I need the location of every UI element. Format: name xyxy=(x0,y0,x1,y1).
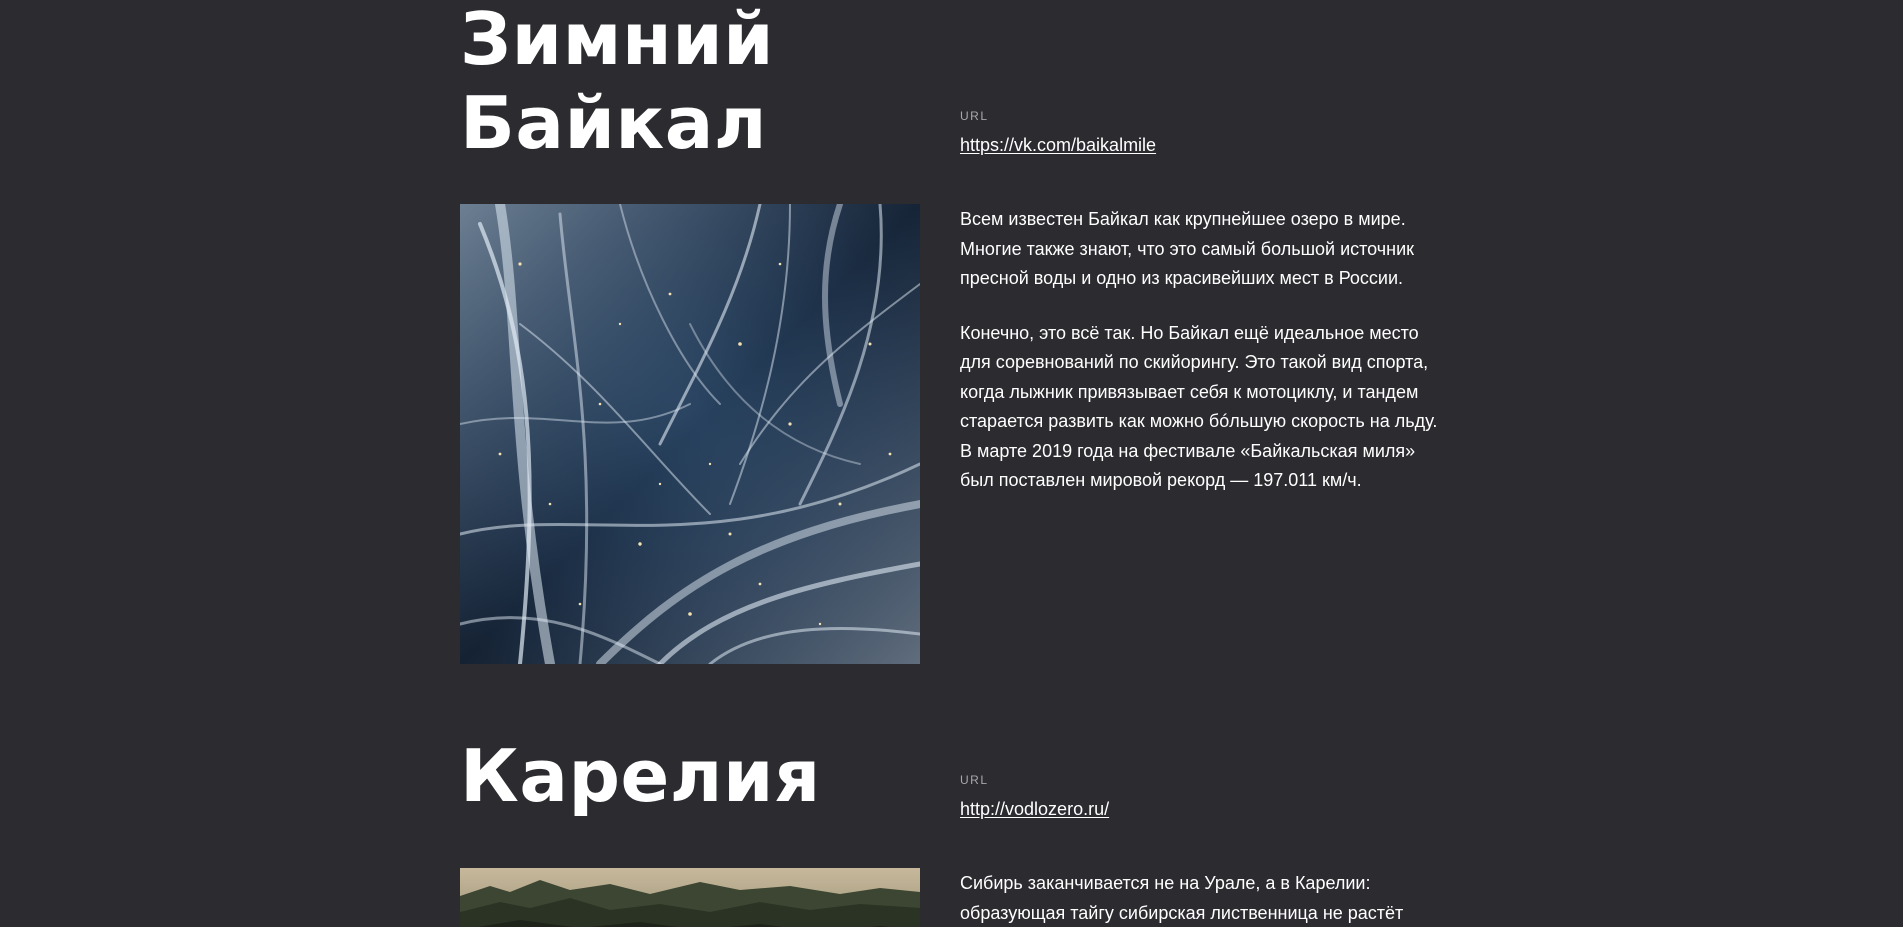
forest-photo xyxy=(460,868,920,927)
page: Зимний Байкал URL https://vk.com/baikalm… xyxy=(0,0,1903,927)
url-link[interactable]: http://vodlozero.ru/ xyxy=(960,798,1109,820)
paragraph: Сибирь заканчивается не на Урале, а в Ка… xyxy=(960,873,1404,923)
section-description: Сибирь заканчивается не на Урале, а в Ка… xyxy=(960,869,1450,927)
ice-photo xyxy=(460,204,920,664)
url-label: URL xyxy=(960,773,989,787)
paragraph: Конечно, это всё так. Но Байкал ещё идеа… xyxy=(960,322,1438,491)
place-section-karelia: Карелия URL http://vodlozero.ru/ Сибирь … xyxy=(460,0,1440,927)
section-title: Карелия xyxy=(460,734,821,818)
url-block: URL http://vodlozero.ru/ xyxy=(960,772,1109,820)
